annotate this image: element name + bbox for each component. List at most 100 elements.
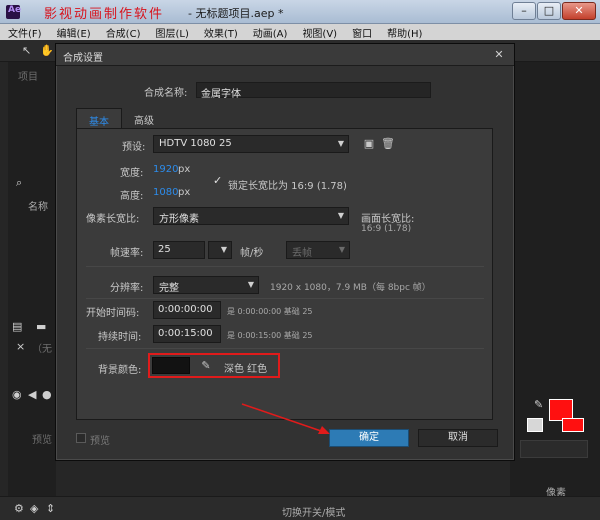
comp-flow-icon[interactable]: ⚙ <box>14 502 24 515</box>
chevron-down-icon: ▼ <box>337 139 344 148</box>
menu-composition[interactable]: 合成(C) <box>98 24 148 40</box>
start-timecode-input[interactable]: 0:00:00:00 <box>153 301 221 319</box>
separator <box>86 348 484 349</box>
pixel-aspect-label: 像素长宽比: <box>86 214 140 225</box>
settings-tabs: 基本 高级 <box>76 108 166 128</box>
menu-view[interactable]: 视图(V) <box>294 24 344 40</box>
audio-icon[interactable]: ◀ <box>28 388 36 401</box>
close-window-button[interactable]: ✕ <box>562 2 596 20</box>
menu-window[interactable]: 窗口 <box>344 24 379 40</box>
eyedropper-icon[interactable]: ✎ <box>198 358 214 374</box>
project-panel: 项目 ⌕ 名称 ▤ ▬ × （无 ◉ ◀ ● 预览 <box>8 62 56 502</box>
bg-preview-label: 预览 <box>32 435 52 446</box>
tools-side-panel: ✎ 自动 像素 <box>510 62 600 502</box>
chevron-down-icon: ▼ <box>247 280 254 289</box>
menu-edit[interactable]: 编辑(E) <box>49 24 98 40</box>
no-stroke-swatch[interactable] <box>562 418 584 432</box>
separator <box>86 266 484 267</box>
resolution-label: 分辨率: <box>110 283 144 294</box>
bg-color-label: 背景颜色: <box>98 365 142 376</box>
name-column-header[interactable]: 名称 <box>28 198 48 213</box>
eye-icon[interactable]: ◉ <box>12 388 22 401</box>
hand-tool-icon[interactable]: ✋ <box>40 44 54 57</box>
window-title: - 无标题项目.aep * <box>188 7 284 20</box>
width-unit: px <box>178 164 191 175</box>
frame-rate-input[interactable]: 25 <box>153 241 205 259</box>
frame-aspect-label: 画面长宽比: <box>361 214 415 225</box>
comp-name-label: 合成名称: <box>144 88 188 99</box>
bg-color-swatch[interactable] <box>152 357 190 374</box>
stroke-color-swatch[interactable] <box>527 418 543 432</box>
cancel-button[interactable]: 取消 <box>418 429 498 447</box>
preset-label: 预设: <box>122 142 146 153</box>
lock-aspect-checkbox[interactable]: ✓ <box>213 175 223 186</box>
drop-frame-dropdown: 丢帧 ▼ <box>286 241 350 259</box>
chevron-down-icon: ▼ <box>338 245 345 254</box>
auto-dropdown[interactable] <box>520 440 588 458</box>
drop-frame-value: 丢帧 <box>292 248 312 259</box>
minimize-button[interactable]: – <box>512 2 536 20</box>
project-panel-label: 项目 <box>18 72 38 83</box>
toggle-icon[interactable]: ⇕ <box>46 502 55 515</box>
ok-button[interactable]: 确定 <box>329 429 409 447</box>
close-icon[interactable]: × <box>16 340 25 353</box>
folder-icon[interactable]: ▬ <box>36 320 46 333</box>
menu-animation[interactable]: 动画(A) <box>245 24 295 40</box>
preview-label: 预览 <box>90 436 110 447</box>
frame-rate-label: 帧速率: <box>110 248 144 259</box>
preset-dropdown[interactable]: HDTV 1080 25 ▼ <box>153 135 349 153</box>
solo-icon[interactable]: ● <box>42 388 52 401</box>
eyedropper-icon[interactable]: ✎ <box>534 398 543 411</box>
pixel-aspect-dropdown[interactable]: 方形像素 ▼ <box>153 207 349 225</box>
save-preset-icon[interactable]: ▣ <box>361 136 377 152</box>
menu-layer[interactable]: 图层(L) <box>147 24 195 40</box>
lock-aspect-label: 锁定长宽比为 16:9 (1.78) <box>228 181 347 192</box>
composition-settings-dialog: 合成设置 ✕ 合成名称: 金属字体 基本 高级 预设: HDTV 1080 25… <box>55 43 515 461</box>
menu-bar: 文件(F) 编辑(E) 合成(C) 图层(L) 效果(T) 动画(A) 视图(V… <box>0 24 600 40</box>
layer-icon[interactable]: ◈ <box>30 502 38 515</box>
maximize-button[interactable]: □ <box>537 2 561 20</box>
none-label: （无 <box>32 344 52 355</box>
switch-mode-label[interactable]: 切换开关/模式 <box>282 504 345 519</box>
resolution-value: 完整 <box>159 283 179 294</box>
menu-effect[interactable]: 效果(T) <box>196 24 245 40</box>
bg-color-name: 深色 红色 <box>224 364 268 375</box>
duration-input[interactable]: 0:00:15:00 <box>153 325 221 343</box>
duration-label: 持续时间: <box>98 332 142 343</box>
preview-checkbox[interactable] <box>76 433 86 443</box>
height-unit: px <box>178 187 191 198</box>
start-timecode-label: 开始时间码: <box>86 308 140 319</box>
resolution-dropdown[interactable]: 完整 ▼ <box>153 276 259 294</box>
menu-file[interactable]: 文件(F) <box>0 24 49 40</box>
watermark-text: 影视动画制作软件 <box>44 7 165 22</box>
app-logo-icon: Ae <box>6 5 21 19</box>
preset-value: HDTV 1080 25 <box>159 138 232 149</box>
chevron-down-icon: ▼ <box>220 245 227 254</box>
separator <box>86 298 484 299</box>
start-timecode-info: 是 0:00:00:00 基础 25 <box>227 307 313 316</box>
width-label: 宽度: <box>120 168 144 179</box>
tab-basic[interactable]: 基本 <box>76 108 122 128</box>
selection-tool-icon[interactable]: ↖ <box>22 44 31 57</box>
height-value[interactable]: 1080 <box>153 187 178 198</box>
comp-name-input[interactable]: 金属字体 <box>196 82 431 100</box>
window-title-bar: Ae 影视动画制作软件 - 无标题项目.aep * – □ ✕ <box>0 0 600 24</box>
width-value[interactable]: 1920 <box>153 164 178 175</box>
height-label: 高度: <box>120 191 144 202</box>
chevron-down-icon: ▼ <box>337 211 344 220</box>
tab-advanced[interactable]: 高级 <box>122 108 166 128</box>
delete-preset-icon[interactable]: 🗑 <box>380 136 396 152</box>
dialog-title-bar: 合成设置 ✕ <box>56 44 514 66</box>
pixel-aspect-value: 方形像素 <box>159 214 199 225</box>
menu-help[interactable]: 帮助(H) <box>379 24 429 40</box>
duration-info: 是 0:00:15:00 基础 25 <box>227 331 313 340</box>
fps-unit-label: 帧/秒 <box>240 248 264 259</box>
timeline-footer: ⚙ ◈ ⇕ 切换开关/模式 <box>0 496 600 520</box>
search-icon[interactable]: ⌕ <box>16 176 22 190</box>
resolution-info: 1920 x 1080，7.9 MB（每 8bpc 帧） <box>270 283 431 293</box>
dialog-close-icon[interactable]: ✕ <box>490 48 508 62</box>
footage-icon[interactable]: ▤ <box>12 320 22 333</box>
frame-aspect-value: 16:9 (1.78) <box>361 224 412 234</box>
dialog-title: 合成设置 <box>63 53 103 64</box>
frame-rate-dropdown[interactable]: ▼ <box>208 241 232 259</box>
